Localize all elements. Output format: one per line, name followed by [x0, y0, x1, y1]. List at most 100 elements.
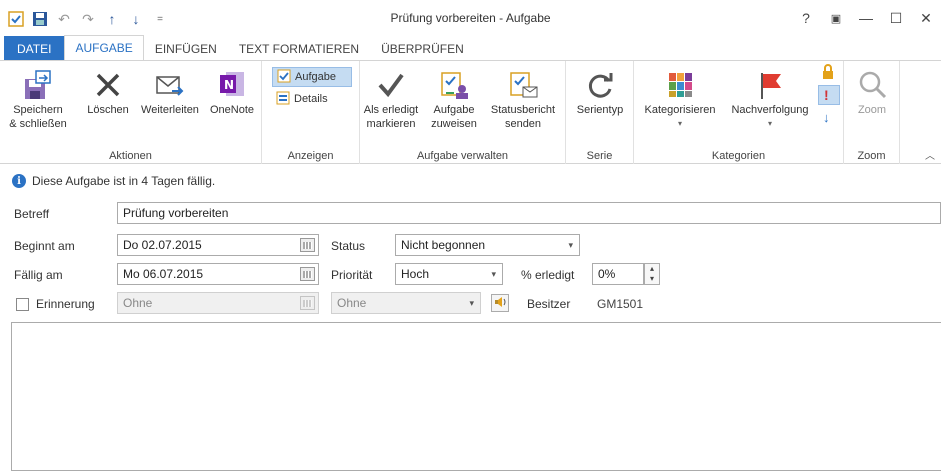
calendar-icon[interactable] [300, 296, 315, 310]
private-button[interactable] [818, 63, 840, 83]
priority-select[interactable]: Hoch ▾ [395, 263, 503, 285]
priority-value: Hoch [401, 267, 430, 281]
ribbon-display-options-button[interactable]: ▣ [821, 0, 851, 36]
task-window: Prüfung vorbereiten - Aufgabe ↶ ↷ ↑ ↓ = … [0, 0, 941, 471]
zoom-button[interactable]: Zoom [848, 67, 896, 117]
group-label-anzeigen: Anzeigen [287, 150, 334, 162]
view-details-button[interactable]: Details [272, 89, 352, 109]
reminder-sound-button[interactable] [491, 294, 509, 312]
reminder-time-select[interactable]: Ohne ▾ [331, 292, 481, 314]
save-close-icon [20, 67, 56, 103]
tab-datei[interactable]: DATEI [4, 36, 65, 60]
percent-complete-input[interactable]: 0% [592, 263, 644, 285]
group-kategorien: Kategorisieren ▾ Nachverfolgung ▾ ! ↓ Ka… [634, 61, 844, 164]
due-date-input[interactable]: Mo 06.07.2015 [117, 263, 319, 285]
task-body-editor[interactable] [11, 322, 941, 471]
tab-aufgabe[interactable]: AUFGABE [64, 35, 144, 60]
close-button[interactable]: ✕ [911, 0, 941, 36]
mark-complete-label-1: Als erledigt [363, 104, 419, 116]
forward-label: Weiterleiten [141, 104, 199, 116]
svg-text:N: N [224, 78, 234, 92]
tab-einfuegen[interactable]: EINFÜGEN [144, 36, 228, 60]
forward-button[interactable]: Weiterleiten [136, 67, 204, 117]
maximize-button[interactable]: ☐ [881, 0, 911, 36]
flag-icon [752, 67, 788, 103]
task-app-icon [6, 9, 26, 29]
priority-label: Priorität [331, 268, 373, 282]
start-date-label: Beginnt am [14, 239, 75, 253]
customize-qat-icon[interactable]: = [150, 9, 170, 29]
categorize-button[interactable]: Kategorisieren ▾ [638, 67, 722, 131]
ribbon: Speichern & schließen Löschen Weiterleit… [0, 60, 941, 164]
redo-icon[interactable]: ↷ [78, 9, 98, 29]
assign-task-button[interactable]: Aufgabe zuweisen [424, 67, 484, 131]
delete-button[interactable]: Löschen [84, 67, 132, 117]
low-importance-button[interactable]: ↓ [818, 107, 840, 127]
minimize-button[interactable]: — [851, 0, 881, 36]
save-icon[interactable] [30, 9, 50, 29]
info-text: Diese Aufgabe ist in 4 Tagen fällig. [32, 174, 216, 188]
recurrence-label: Serientyp [576, 104, 624, 116]
group-label-kategorien: Kategorien [711, 150, 766, 162]
forward-icon [152, 67, 188, 103]
group-serie: Serientyp Serie [566, 61, 634, 164]
followup-label: Nachverfolgung [731, 104, 809, 116]
reminder-date-input[interactable]: Ohne [117, 292, 319, 314]
due-date-label: Fällig am [14, 268, 63, 282]
details-icon [276, 91, 290, 108]
onenote-button[interactable]: N OneNote [206, 67, 258, 117]
owner-label: Besitzer [527, 297, 571, 311]
view-task-label: Aufgabe [295, 71, 336, 83]
onenote-icon: N [214, 67, 250, 103]
checkmark-icon [373, 67, 409, 103]
percent-complete-label: % erledigt [521, 268, 575, 282]
lock-icon [821, 63, 835, 83]
ribbon-tabs: DATEI AUFGABE EINFÜGEN TEXT FORMATIEREN … [0, 35, 941, 60]
reminder-label: Erinnerung [36, 297, 95, 311]
info-bar: i Diese Aufgabe ist in 4 Tagen fällig. [12, 174, 215, 188]
group-aufgabe-verwalten: Als erledigt markieren Aufgabe zuweisen … [360, 61, 566, 164]
calendar-icon[interactable] [300, 267, 315, 281]
tab-ueberpruefen[interactable]: ÜBERPRÜFEN [370, 36, 475, 60]
send-status-report-button[interactable]: Statusbericht senden [484, 67, 562, 131]
mark-complete-button[interactable]: Als erledigt markieren [360, 67, 422, 131]
group-label-aufgabe-verwalten: Aufgabe verwalten [416, 150, 509, 162]
assign-task-label-1: Aufgabe [433, 104, 475, 116]
calendar-icon[interactable] [300, 238, 315, 252]
mark-complete-label-2: markieren [366, 118, 416, 130]
categorize-label: Kategorisieren [644, 104, 716, 116]
next-item-icon[interactable]: ↓ [126, 9, 146, 29]
group-anzeigen: Aufgabe Details Anzeigen [262, 61, 360, 164]
window-controls: ? ▣ — ☐ ✕ [791, 0, 941, 36]
send-status-report-label-2: senden [504, 118, 542, 130]
followup-button[interactable]: Nachverfolgung ▾ [724, 67, 816, 131]
quick-access-toolbar: ↶ ↷ ↑ ↓ = [6, 8, 170, 30]
task-view-icon [277, 69, 291, 86]
subject-input[interactable]: Prüfung vorbereiten [117, 202, 941, 224]
save-close-button[interactable]: Speichern & schließen [6, 67, 70, 131]
save-close-label-2: & schließen [9, 118, 67, 130]
undo-icon[interactable]: ↶ [54, 9, 74, 29]
due-date-value: Mo 06.07.2015 [123, 267, 204, 281]
group-aktionen: Speichern & schließen Löschen Weiterleit… [0, 61, 262, 164]
help-button[interactable]: ? [791, 0, 821, 36]
view-details-label: Details [294, 93, 328, 105]
status-select[interactable]: Nicht begonnen ▾ [395, 234, 580, 256]
reminder-checkbox[interactable] [16, 298, 29, 311]
owner-value: GM1501 [597, 297, 644, 311]
onenote-label: OneNote [209, 104, 255, 116]
previous-item-icon[interactable]: ↑ [102, 9, 122, 29]
view-task-button[interactable]: Aufgabe [272, 67, 352, 87]
low-importance-icon: ↓ [823, 109, 830, 125]
collapse-ribbon-icon[interactable]: ︿ [925, 147, 935, 162]
recurrence-button[interactable]: Serientyp [568, 67, 632, 117]
zoom-icon [854, 67, 890, 103]
start-date-input[interactable]: Do 02.07.2015 [117, 234, 319, 256]
info-icon: i [12, 174, 26, 188]
tab-text-formatieren[interactable]: TEXT FORMATIEREN [228, 36, 370, 60]
categorize-icon [662, 67, 698, 103]
high-importance-button[interactable]: ! [818, 85, 840, 105]
reminder-date-value: Ohne [123, 296, 153, 310]
percent-complete-stepper[interactable]: ▴ ▾ [644, 263, 660, 285]
group-label-serie: Serie [586, 150, 613, 162]
